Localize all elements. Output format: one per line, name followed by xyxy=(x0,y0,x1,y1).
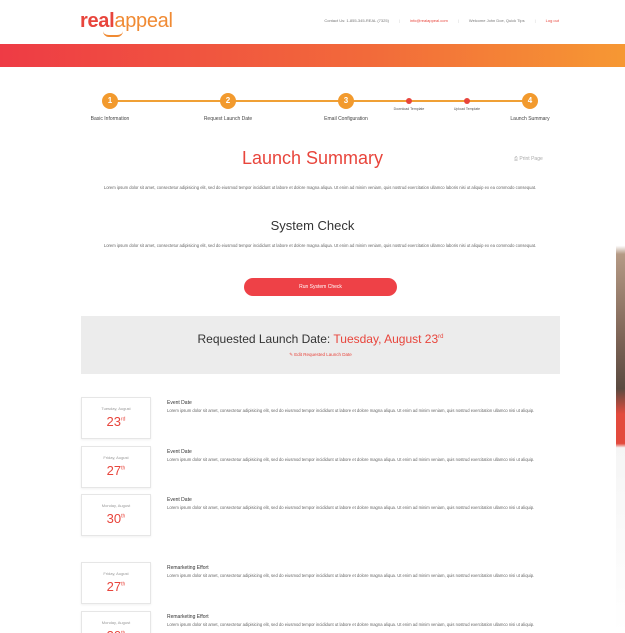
date-card-label: Friday, August xyxy=(103,571,129,576)
date-card-day: 27th xyxy=(106,463,126,478)
gradient-banner xyxy=(0,44,625,67)
event-row: Friday, August 27th Event Date Lorem ips… xyxy=(81,446,560,488)
step-3-dot[interactable]: 3 xyxy=(338,93,354,109)
mini-step-1-dot xyxy=(406,98,412,104)
date-card-label: Friday, August xyxy=(103,455,129,460)
date-card: Tuesday, August 23rd xyxy=(81,397,151,439)
date-card: Monday, August 30th xyxy=(81,494,151,536)
event-description: Lorem ipsum dolor sit amet, consectetur … xyxy=(167,573,535,578)
side-photo xyxy=(616,212,625,633)
event-row: Friday, August 27th Remarketing Effort L… xyxy=(81,562,560,604)
contact-text: Contact Us: 1-855-345-REAL (7325) xyxy=(324,18,389,23)
separator: | xyxy=(534,18,536,23)
step-1-label: Basic Information xyxy=(90,116,130,122)
intro-text: Lorem ipsum dolor sit amet, consectetur … xyxy=(103,185,537,190)
event-title: Event Date xyxy=(167,449,192,455)
requested-date: Tuesday, August 23 xyxy=(333,332,439,346)
mini-step-1-label: Download Template xyxy=(393,107,425,111)
date-card-day: 30th xyxy=(106,511,126,526)
email-link[interactable]: info@realappeal.com xyxy=(410,18,448,23)
edit-launch-date-label: Edit Requested Launch Date xyxy=(294,352,352,357)
progress-stepper: 1 2 3 4 Basic Information Request Launch… xyxy=(80,90,560,130)
separator: | xyxy=(398,18,400,23)
welcome-text[interactable]: Welcome John Doe, Quick Tips xyxy=(469,18,525,23)
run-system-check-button[interactable]: Run System Check xyxy=(244,278,397,296)
date-card-label: Monday, August xyxy=(101,503,131,508)
logout-link[interactable]: Log out xyxy=(546,18,559,23)
event-title: Remarketing Effort xyxy=(167,614,209,620)
logo-appeal: appeal xyxy=(114,10,173,32)
event-description: Lorem ipsum dolor sit amet, consectetur … xyxy=(167,505,535,510)
event-description: Lorem ipsum dolor sit amet, consectetur … xyxy=(167,408,535,413)
pencil-icon: ✎ xyxy=(289,352,293,357)
step-4-label: Launch Summary xyxy=(510,116,550,122)
date-card: Monday, August 30th xyxy=(81,611,151,633)
event-row: Monday, August 30th Event Date Lorem ips… xyxy=(81,494,560,536)
step-1-dot[interactable]: 1 xyxy=(102,93,118,109)
date-card-day: 27th xyxy=(106,579,126,594)
page: realappeal Contact Us: 1-855-345-REAL (7… xyxy=(0,0,625,633)
logo[interactable]: realappeal xyxy=(80,10,173,33)
date-card-day: 30th xyxy=(82,628,150,633)
requested-label: Requested Launch Date: xyxy=(197,332,331,346)
date-card-label: Tuesday, August xyxy=(101,406,131,411)
print-label: Print Page xyxy=(519,156,543,162)
event-row: Tuesday, August 23rd Event Date Lorem ip… xyxy=(81,397,560,439)
event-row: Monday, August 30th Remarketing Effort L… xyxy=(81,611,560,633)
event-description: Lorem ipsum dolor sit amet, consectetur … xyxy=(167,622,535,627)
step-2-dot[interactable]: 2 xyxy=(220,93,236,109)
date-card: Friday, August 27th xyxy=(81,562,151,604)
event-title: Event Date xyxy=(167,497,192,503)
mini-step-2-dot xyxy=(464,98,470,104)
date-card-day: 23rd xyxy=(106,414,126,429)
separator: | xyxy=(457,18,459,23)
print-icon: ⎙ xyxy=(514,156,519,162)
date-card: Friday, August 27th xyxy=(81,446,151,488)
print-page-link[interactable]: ⎙ Print Page xyxy=(514,156,543,162)
event-title: Remarketing Effort xyxy=(167,565,209,571)
app-frame: realappeal Contact Us: 1-855-345-REAL (7… xyxy=(0,0,625,633)
event-description: Lorem ipsum dolor sit amet, consectetur … xyxy=(167,457,535,462)
system-check-title: System Check xyxy=(270,218,355,233)
requested-date-suffix: rd xyxy=(438,334,444,340)
step-4-dot[interactable]: 4 xyxy=(522,93,538,109)
date-card-label: Monday, August xyxy=(101,620,131,625)
logo-smile-icon xyxy=(103,31,123,37)
logo-real: real xyxy=(80,10,115,32)
mini-step-2-label: Upload Template xyxy=(453,107,481,111)
edit-launch-date-link[interactable]: ✎ Edit Requested Launch Date xyxy=(81,352,560,358)
header-links: Contact Us: 1-855-345-REAL (7325) | info… xyxy=(324,18,559,23)
requested-launch-heading: Requested Launch Date: Tuesday, August 2… xyxy=(81,332,560,346)
requested-launch-panel: Requested Launch Date: Tuesday, August 2… xyxy=(81,316,560,374)
system-check-text: Lorem ipsum dolor sit amet, consectetur … xyxy=(103,243,537,248)
top-header: realappeal Contact Us: 1-855-345-REAL (7… xyxy=(0,0,625,44)
step-3-label: Email Configuration xyxy=(324,116,368,122)
event-title: Event Date xyxy=(167,400,192,406)
step-2-label: Request Launch Date xyxy=(203,116,253,122)
